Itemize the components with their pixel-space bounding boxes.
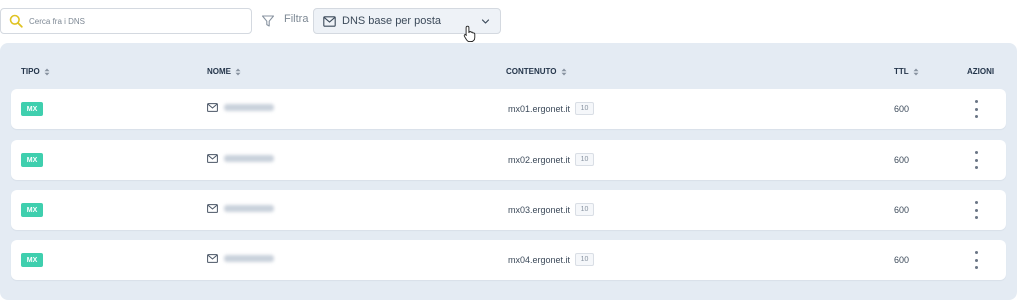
record-content-text: mx01.ergonet.it — [508, 103, 571, 114]
chevron-down-icon — [481, 17, 490, 26]
record-content-text: mx02.ergonet.it — [508, 154, 571, 165]
redacted-name — [224, 205, 274, 212]
priority-badge: 10 — [575, 253, 595, 266]
column-header-ttl[interactable]: TTL — [894, 67, 919, 76]
mail-icon — [323, 15, 336, 27]
priority-badge: 10 — [575, 102, 595, 115]
mail-icon — [207, 204, 218, 213]
redacted-name — [224, 104, 274, 111]
filter-select-value: DNS base per posta — [342, 15, 442, 27]
kebab-menu-icon[interactable] — [972, 201, 980, 219]
redacted-name — [224, 255, 274, 262]
toolbar: Filtra DNS base per posta — [0, 0, 1024, 43]
redacted-name — [224, 155, 274, 162]
mail-icon — [207, 154, 218, 163]
column-header-nome[interactable]: NOME — [207, 67, 241, 76]
column-header-contenuto[interactable]: CONTENUTO — [506, 67, 567, 76]
table-row: MX mx04.ergonet.it 10 600 — [11, 240, 1006, 280]
record-name — [207, 254, 274, 263]
table-row: MX mx03.ergonet.it 10 600 — [11, 190, 1006, 230]
record-ttl: 600 — [894, 104, 910, 114]
priority-badge: 10 — [575, 153, 595, 166]
record-name — [207, 154, 274, 163]
kebab-menu-icon[interactable] — [972, 151, 980, 169]
record-content: mx03.ergonet.it 10 — [508, 203, 595, 216]
record-type-badge: MX — [21, 153, 43, 167]
record-ttl: 600 — [894, 255, 910, 265]
table-header: TIPO NOME CONTENUTO TTL AZIONI — [0, 67, 1017, 79]
mail-icon — [207, 254, 218, 263]
sort-icon — [913, 68, 919, 76]
filter-label: Filtra — [284, 13, 309, 25]
sort-icon — [235, 68, 241, 76]
kebab-menu-icon[interactable] — [972, 251, 980, 269]
record-content: mx01.ergonet.it 10 — [508, 102, 595, 115]
kebab-menu-icon[interactable] — [972, 100, 980, 118]
record-type-badge: MX — [21, 102, 43, 116]
sort-icon — [44, 68, 50, 76]
mail-icon — [207, 103, 218, 112]
search-icon — [9, 14, 23, 28]
record-ttl: 600 — [894, 205, 910, 215]
record-name — [207, 204, 274, 213]
column-header-tipo[interactable]: TIPO — [21, 67, 50, 76]
record-name — [207, 103, 274, 112]
hand-pointer-icon — [463, 25, 477, 43]
table-row: MX mx02.ergonet.it 10 600 — [11, 140, 1006, 180]
table-row: MX mx01.ergonet.it 10 600 — [11, 89, 1006, 129]
record-content: mx02.ergonet.it 10 — [508, 153, 595, 166]
record-content-text: mx04.ergonet.it — [508, 254, 571, 265]
filter-icon — [261, 14, 275, 28]
record-ttl: 600 — [894, 155, 910, 165]
record-content: mx04.ergonet.it 10 — [508, 253, 595, 266]
sort-icon — [561, 68, 567, 76]
record-type-badge: MX — [21, 253, 43, 267]
search-input[interactable] — [29, 16, 229, 26]
record-content-text: mx03.ergonet.it — [508, 204, 571, 215]
dns-table: TIPO NOME CONTENUTO TTL AZIONI MX mx01.e… — [0, 43, 1017, 300]
priority-badge: 10 — [575, 203, 595, 216]
search-box[interactable] — [0, 8, 252, 34]
record-type-badge: MX — [21, 203, 43, 217]
column-header-azioni: AZIONI — [967, 67, 995, 76]
